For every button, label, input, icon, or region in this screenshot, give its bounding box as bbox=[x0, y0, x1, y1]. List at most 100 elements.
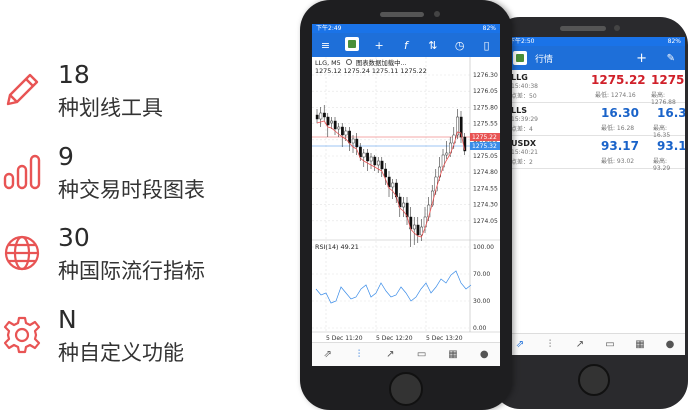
edit-icon[interactable]: ✎ bbox=[667, 53, 675, 64]
pencil-icon bbox=[6, 73, 39, 106]
feature-timeframes: 9 种交易时段图表 bbox=[0, 140, 290, 210]
trade-icon[interactable]: ↗ bbox=[379, 349, 401, 360]
candle-body bbox=[351, 138, 355, 144]
quotes-icon[interactable]: ⇗ bbox=[317, 349, 339, 360]
page-title: 行情 bbox=[535, 54, 554, 65]
quote-row[interactable]: LLG 15:40:38 点差：50 1275.22 1275.72 最低: 1… bbox=[505, 70, 685, 106]
feature-label: 种交易时段图表 bbox=[58, 178, 205, 202]
candle-body bbox=[384, 168, 388, 178]
candle-body bbox=[366, 152, 370, 162]
new-order-icon[interactable]: ▯ bbox=[475, 39, 497, 52]
price-tick-label: 1276.30 bbox=[473, 72, 498, 79]
bid-price: 93.17 bbox=[601, 139, 639, 153]
feature-indicators: 30 种国际流行指标 bbox=[0, 221, 290, 291]
low-price: 最低: 16.28 bbox=[601, 125, 635, 132]
status-bar: 下午2:49 82% bbox=[312, 24, 500, 33]
news-icon[interactable]: ▦ bbox=[629, 339, 651, 350]
chat-icon[interactable]: ● bbox=[659, 339, 681, 350]
candle-body bbox=[315, 114, 319, 120]
spread: 点差：4 bbox=[511, 126, 533, 133]
candle-body bbox=[333, 120, 337, 130]
chart-icon[interactable]: ⫶ bbox=[348, 349, 370, 360]
bar-chart-icon bbox=[3, 154, 41, 190]
function-icon[interactable]: f bbox=[395, 39, 417, 52]
menu-icon[interactable]: ≡ bbox=[314, 39, 336, 52]
news-icon[interactable]: ▦ bbox=[442, 349, 464, 360]
ask-price: 93.19 bbox=[657, 139, 685, 153]
status-battery: 82% bbox=[482, 25, 496, 32]
globe-icon bbox=[4, 235, 40, 271]
time-tick-label: 5 Dec 13:20 bbox=[426, 335, 463, 342]
app-logo-icon bbox=[341, 36, 363, 54]
price-chart[interactable]: 1276.301276.051275.801275.551275.301275.… bbox=[312, 57, 500, 342]
quote-row[interactable]: USDX 15:40:21 点差：2 93.17 93.19 最低: 93.02… bbox=[505, 136, 685, 172]
time-tick-label: 5 Dec 12:20 bbox=[376, 335, 413, 342]
gear-icon bbox=[3, 316, 41, 354]
bid-price: 16.30 bbox=[601, 106, 639, 120]
app-toolbar: 行情 + ✎ bbox=[505, 46, 685, 70]
candle-body bbox=[380, 160, 384, 170]
rsi-tick-label: 30.00 bbox=[473, 298, 490, 305]
chart-canvas[interactable]: 1276.301276.051275.801275.551275.301275.… bbox=[312, 57, 500, 342]
bid-price: 1275.22 bbox=[591, 73, 646, 87]
candle-body bbox=[326, 116, 330, 126]
candle-body bbox=[412, 224, 416, 230]
status-bar: 下午2:50 82% bbox=[505, 37, 685, 46]
chart-symbol: LLG, M5 bbox=[315, 59, 341, 67]
price-tick-label: 1275.05 bbox=[473, 153, 498, 160]
symbol: USDX bbox=[511, 139, 537, 148]
low-price: 最低: 1274.16 bbox=[595, 92, 636, 99]
clock-icon[interactable]: ◷ bbox=[449, 39, 471, 52]
history-icon[interactable]: ▭ bbox=[411, 349, 433, 360]
feature-number: 18 bbox=[58, 60, 90, 89]
loading-icon bbox=[345, 59, 352, 65]
home-button[interactable] bbox=[389, 372, 423, 406]
status-time: 下午2:49 bbox=[316, 25, 342, 32]
app-logo-icon bbox=[513, 51, 527, 65]
candle-body bbox=[355, 138, 359, 148]
ohlc-values: 1275.12 1275.24 1275.11 1275.22 bbox=[315, 67, 427, 75]
time-tick-label: 5 Dec 11:20 bbox=[326, 335, 363, 342]
quote-time: 15:39:29 bbox=[511, 116, 538, 123]
spread: 点差：2 bbox=[511, 159, 533, 166]
spread: 点差：50 bbox=[511, 93, 537, 100]
candle-body bbox=[348, 130, 352, 144]
quotes-screen: 下午2:50 82% 行情 + ✎ LLG 15:40:38 点差：50 127… bbox=[505, 37, 685, 355]
bottom-nav: ⇗ ⫶ ↗ ▭ ▦ ● bbox=[505, 333, 685, 355]
home-button[interactable] bbox=[578, 364, 610, 396]
candle-body bbox=[373, 156, 377, 166]
status-battery: 82% bbox=[667, 38, 681, 45]
price-tick-label: 1275.55 bbox=[473, 121, 498, 128]
add-symbol-icon[interactable]: + bbox=[636, 51, 647, 66]
candle-body bbox=[369, 156, 373, 162]
quote-row[interactable]: LLS 15:39:29 点差：4 16.30 16.34 最低: 16.28 … bbox=[505, 103, 685, 139]
high-price: 最高: 93.29 bbox=[653, 158, 671, 172]
ask-price: 16.34 bbox=[657, 106, 685, 120]
quotes-icon[interactable]: ⇗ bbox=[509, 339, 531, 350]
crosshair-icon[interactable]: + bbox=[368, 39, 390, 52]
candle-body bbox=[344, 130, 348, 136]
symbol: LLG bbox=[511, 73, 528, 82]
candle-body bbox=[416, 224, 420, 236]
low-price: 最低: 93.02 bbox=[601, 158, 635, 165]
candle-body bbox=[445, 152, 449, 156]
chart-icon[interactable]: ⫶ bbox=[539, 339, 561, 350]
feature-drawing-tools: 18 种划线工具 bbox=[0, 58, 290, 128]
rsi-tick-label: 100.00 bbox=[473, 244, 494, 251]
rsi-tick-label: 0.00 bbox=[473, 325, 487, 332]
timeframe-icon[interactable]: ⇅ bbox=[422, 39, 444, 52]
rsi-tick-label: 70.00 bbox=[473, 271, 490, 278]
feature-number: 9 bbox=[58, 142, 74, 171]
candle-body bbox=[322, 112, 326, 118]
chat-icon[interactable]: ● bbox=[473, 349, 495, 360]
feature-label: 种国际流行指标 bbox=[58, 259, 205, 283]
price-tick-label: 1275.80 bbox=[473, 104, 498, 111]
chart-header: LLG, M5 图表数据加载中... 1275.12 1275.24 1275.… bbox=[315, 59, 427, 75]
chart-loading-text: 图表数据加载中... bbox=[355, 59, 407, 67]
history-icon[interactable]: ▭ bbox=[599, 339, 621, 350]
price-tick-label: 1274.80 bbox=[473, 169, 498, 176]
feature-label: 种自定义功能 bbox=[58, 341, 184, 365]
candle-body bbox=[337, 126, 341, 130]
trade-icon[interactable]: ↗ bbox=[569, 339, 591, 350]
speaker bbox=[560, 26, 606, 31]
